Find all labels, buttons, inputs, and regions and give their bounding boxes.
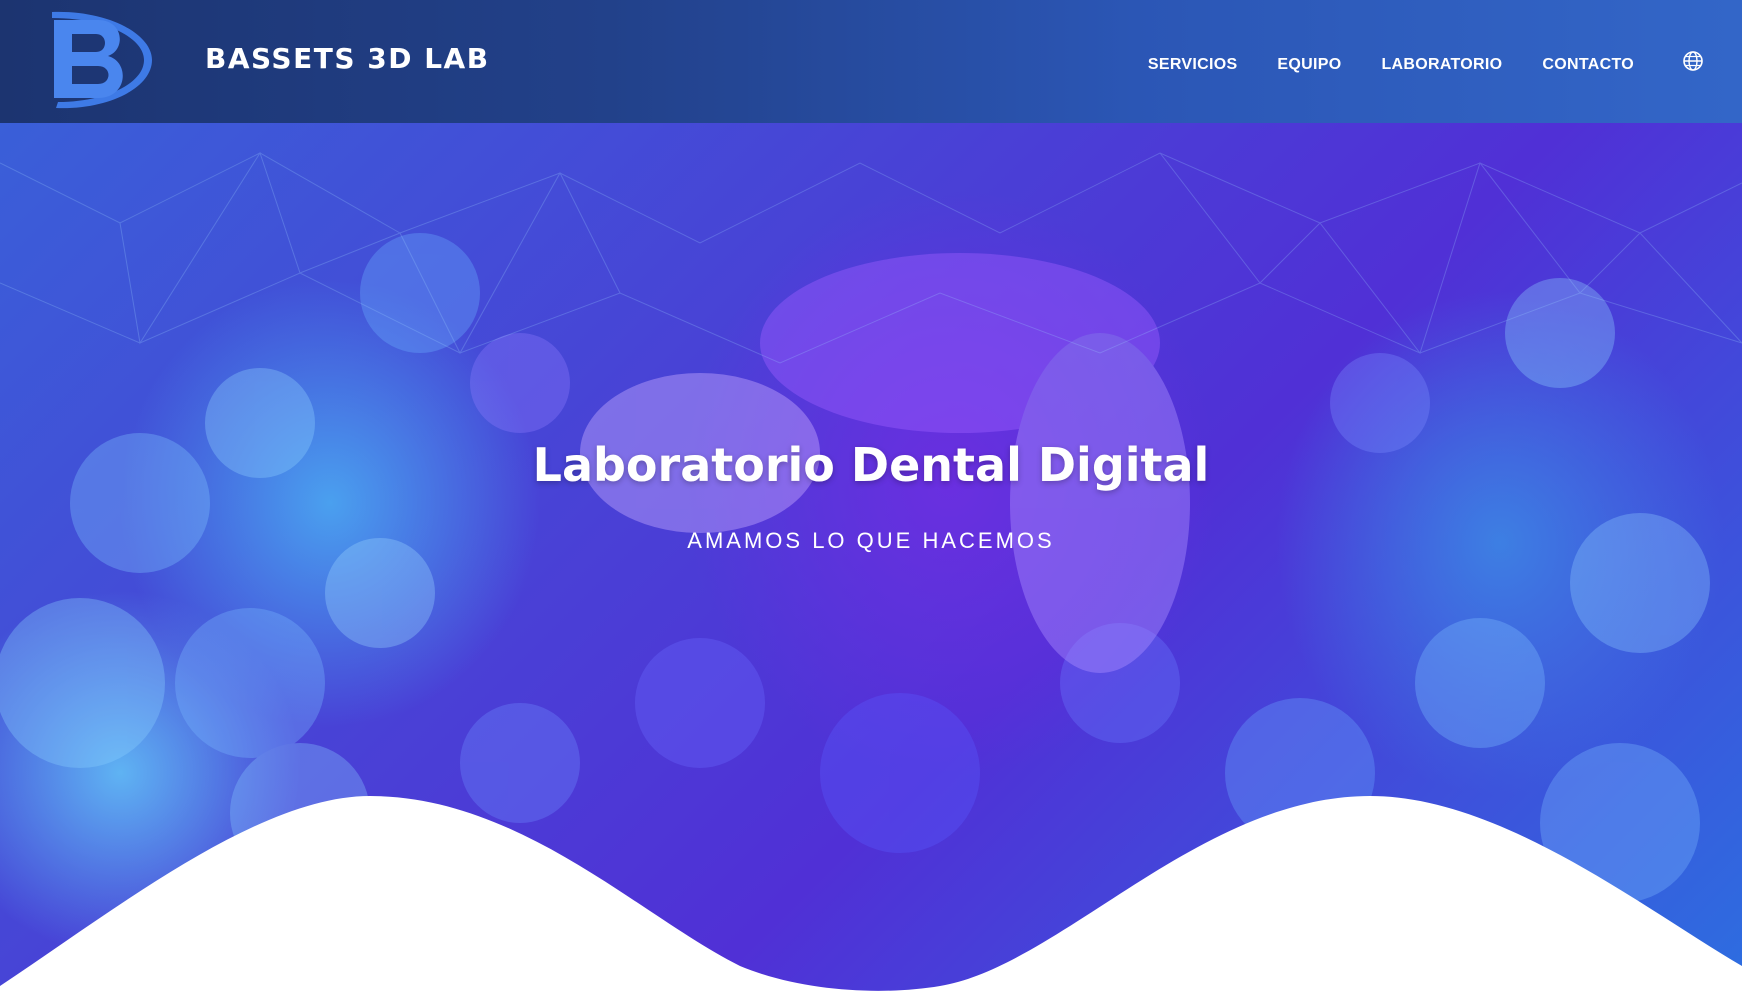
nav-item-contacto[interactable]: CONTACTO bbox=[1542, 56, 1634, 74]
globe-icon bbox=[1683, 51, 1703, 71]
nav-item-servicios[interactable]: SERVICIOS bbox=[1148, 56, 1238, 74]
site-header: BASSETS 3D LAB SERVICIOS EQUIPO LABORATO… bbox=[0, 0, 1742, 123]
hero-bottom-wave bbox=[0, 796, 1742, 996]
nav-item-equipo[interactable]: EQUIPO bbox=[1277, 56, 1341, 74]
brand-name[interactable]: BASSETS 3D LAB bbox=[205, 42, 490, 75]
brand-logo[interactable] bbox=[48, 6, 160, 114]
logo-b-icon bbox=[52, 11, 152, 109]
nav-item-laboratorio[interactable]: LABORATORIO bbox=[1381, 56, 1502, 74]
main-nav: SERVICIOS EQUIPO LABORATORIO CONTACTO bbox=[1148, 56, 1634, 74]
language-button[interactable] bbox=[1682, 50, 1704, 72]
hero-subtitle: AMAMOS LO QUE HACEMOS bbox=[687, 528, 1055, 553]
hero-section: Laboratorio Dental Digital AMAMOS LO QUE… bbox=[0, 123, 1742, 996]
hero-title: Laboratorio Dental Digital bbox=[532, 438, 1210, 492]
